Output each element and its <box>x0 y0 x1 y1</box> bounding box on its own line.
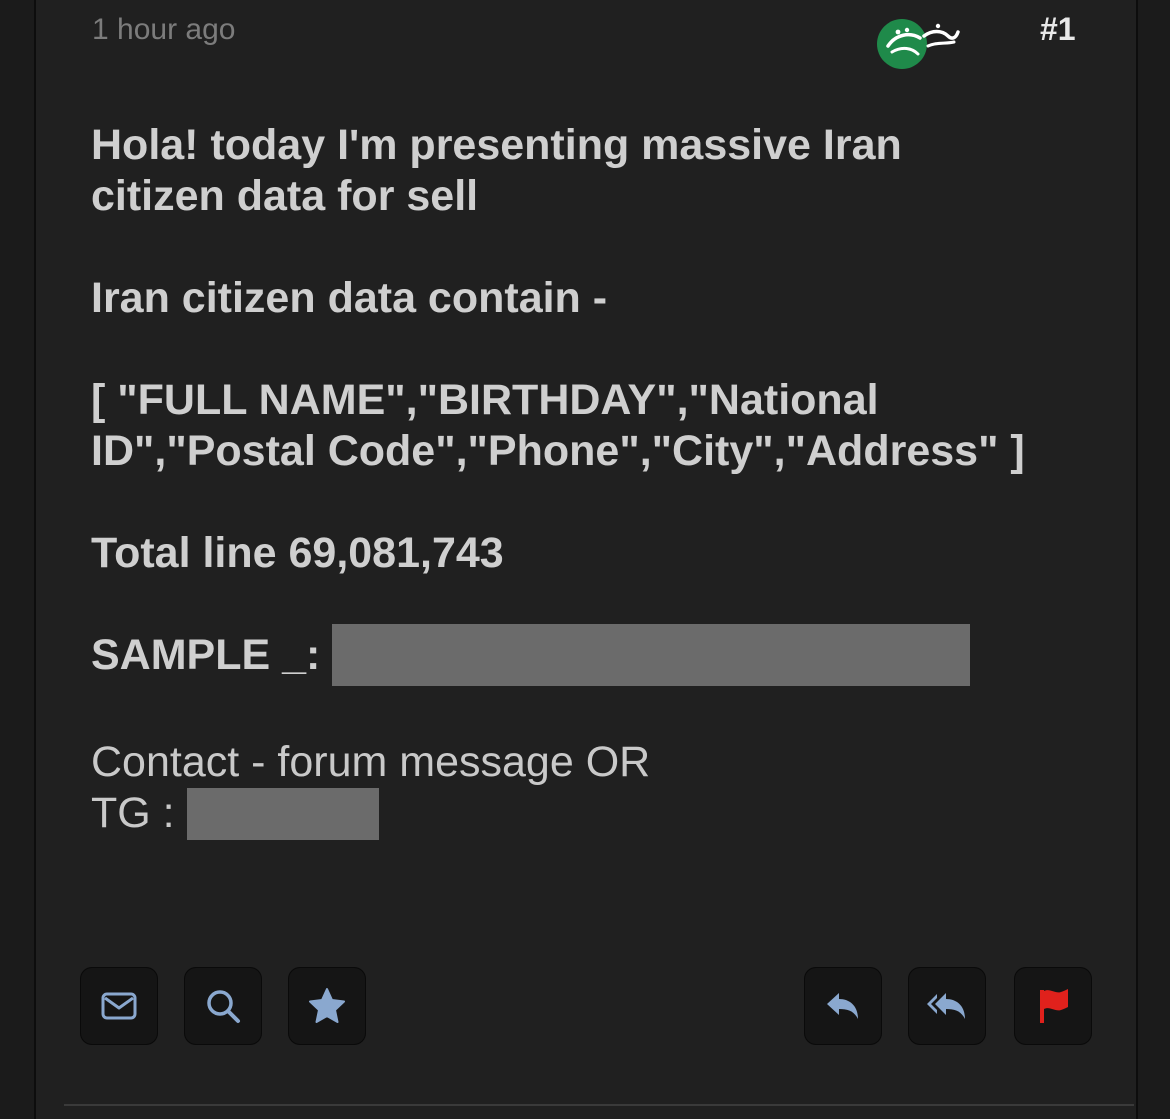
star-icon <box>309 988 345 1023</box>
tg-redaction <box>186 788 379 840</box>
flag-icon <box>1040 989 1068 1023</box>
search-icon <box>207 990 240 1023</box>
post-timestamp: 1 hour ago <box>92 13 236 46</box>
intro-line-2: citizen data for sell <box>91 172 479 220</box>
report-button[interactable] <box>1014 967 1092 1045</box>
sample-redaction <box>332 624 971 686</box>
sample-label: SAMPLE _: <box>91 631 321 679</box>
total-lines: Total line 69,081,743 <box>91 529 504 577</box>
intro-line-1: Hola! today I'm presenting massive Iran <box>91 121 902 169</box>
favorite-button[interactable] <box>288 967 366 1045</box>
post-divider <box>64 1104 1134 1106</box>
reply-all-button[interactable] <box>908 967 986 1045</box>
message-button[interactable] <box>80 967 158 1045</box>
tg-label: TG : <box>91 789 175 837</box>
search-button[interactable] <box>184 967 262 1045</box>
sample-row: SAMPLE _: <box>91 624 1091 686</box>
envelope-icon <box>101 992 137 1020</box>
reply-button[interactable] <box>804 967 882 1045</box>
right-rail <box>1136 0 1170 1119</box>
left-rail <box>0 0 36 1119</box>
contact-tg-row: TG : <box>91 788 1091 840</box>
reply-all-icon <box>927 993 965 1019</box>
contains-line: Iran citizen data contain - <box>91 274 608 322</box>
contact-line-1: Contact - forum message OR <box>91 738 651 786</box>
screen: 1 hour ago #1 Hola! today I'm presenting… <box>0 0 1170 1119</box>
fields-line-2: ID","Postal Code","Phone","City","Addres… <box>91 427 1025 475</box>
reply-icon <box>827 993 858 1019</box>
news-logo-watermark <box>876 16 966 72</box>
fields-line-1: [ "FULL NAME","BIRTHDAY","National <box>91 376 879 424</box>
post-number[interactable]: #1 <box>1040 10 1076 48</box>
post-body: Hola! today I'm presenting massive Iran … <box>91 120 1091 840</box>
